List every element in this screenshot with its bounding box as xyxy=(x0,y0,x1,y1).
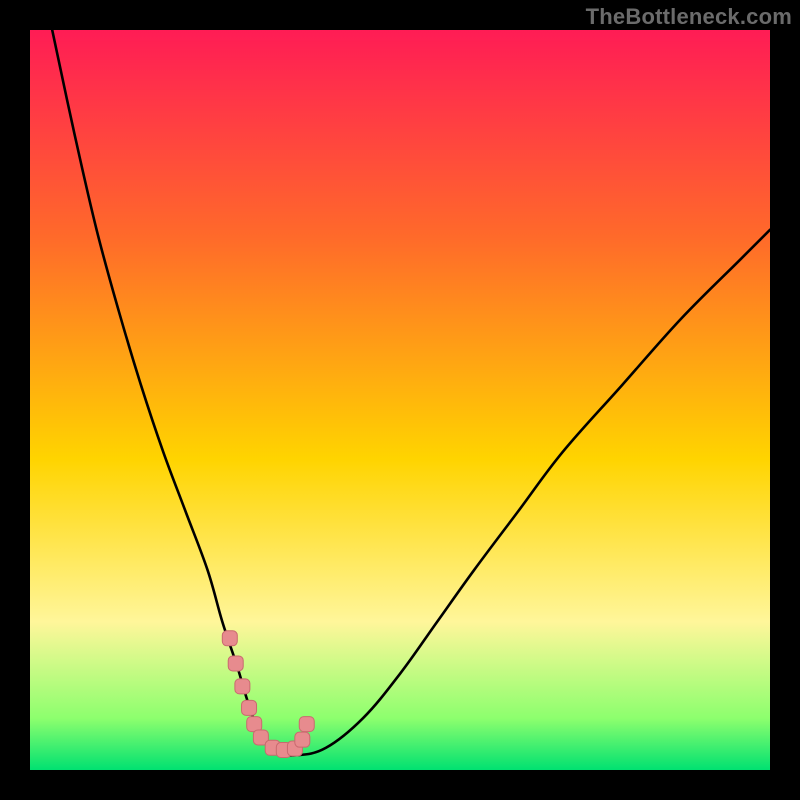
marker-dot xyxy=(235,679,250,694)
marker-dot xyxy=(295,732,310,747)
chart-svg xyxy=(30,30,770,770)
chart-frame: TheBottleneck.com xyxy=(0,0,800,800)
marker-dot xyxy=(299,717,314,732)
marker-dot xyxy=(222,631,237,646)
plot-area xyxy=(30,30,770,770)
marker-dot xyxy=(228,656,243,671)
gradient-background xyxy=(30,30,770,770)
marker-dot xyxy=(247,717,262,732)
marker-dot xyxy=(242,700,257,715)
watermark-text: TheBottleneck.com xyxy=(586,4,792,30)
